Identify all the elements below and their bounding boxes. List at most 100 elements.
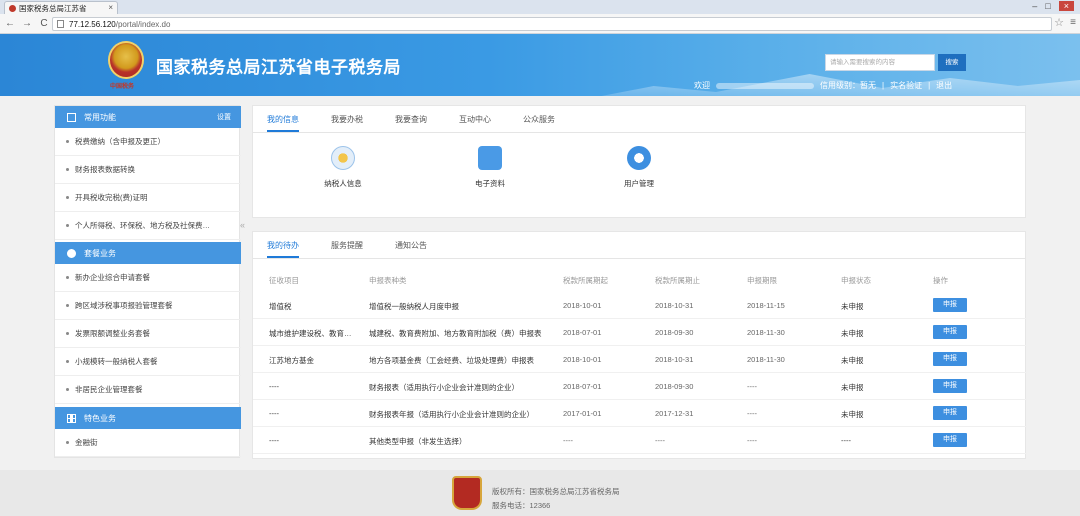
column-header: 征收项目 xyxy=(269,276,299,285)
declare-button[interactable]: 申报 xyxy=(933,298,967,312)
column-header: 申报期限 xyxy=(747,276,777,285)
info-panel: 我的信息 我要办税 我要查询 互动中心 公众服务 纳税人信息 电子资料 用户管理 xyxy=(252,105,1026,218)
app-user-management[interactable]: 用户管理 xyxy=(604,146,674,189)
table-cell: 地方各项基金费（工会经费、垃圾处理费）申报表 xyxy=(369,356,534,365)
footer-hotline: 服务电话：12366 xyxy=(492,501,551,510)
declare-button[interactable]: 申报 xyxy=(933,379,967,393)
url-field[interactable]: 77.12.56.120/portal/index.do xyxy=(52,17,1052,31)
gear-icon xyxy=(627,146,651,170)
close-window-button[interactable]: × xyxy=(1058,1,1074,11)
table-cell: ---- xyxy=(655,436,665,445)
tab-interaction[interactable]: 互动中心 xyxy=(459,114,491,125)
tab-my-info[interactable]: 我的信息 xyxy=(267,114,299,132)
app-electronic-docs[interactable]: 电子资料 xyxy=(455,146,525,189)
section-title: 特色业务 xyxy=(84,413,116,423)
table-cell: 城市维护建设税、教育… xyxy=(269,329,352,338)
tab-close-icon[interactable]: × xyxy=(108,3,113,12)
reload-icon[interactable]: C xyxy=(37,18,51,29)
column-header: 税款所属期止 xyxy=(655,276,700,285)
section-special[interactable]: 特色业务 xyxy=(55,407,241,429)
table-cell: 2018-11-15 xyxy=(747,301,785,310)
sidebar-item-finance-street[interactable]: 金融街 xyxy=(55,429,241,457)
table-cell: 未申报 xyxy=(841,329,864,338)
favicon-icon xyxy=(9,4,16,12)
table-cell: 2018-11-30 xyxy=(747,355,785,364)
table-cell: 2018-09-30 xyxy=(655,382,694,391)
collapse-sidebar-icon[interactable]: « xyxy=(240,220,249,234)
sidebar-item-invoice-limit[interactable]: 发票限额调整业务套餐 xyxy=(55,320,241,348)
forward-icon[interactable]: → xyxy=(20,18,34,29)
table-cell: 2018-10-01 xyxy=(563,355,602,364)
maximize-button[interactable]: □ xyxy=(1045,1,1050,11)
sidebar-item-small-scale[interactable]: 小规模转一般纳税人套餐 xyxy=(55,348,241,376)
section-common[interactable]: 常用功能 设置 xyxy=(55,106,241,128)
bundle-icon xyxy=(67,248,76,258)
user-status: 欢迎 信用级别：暂无 | 实名验证 | 退出 xyxy=(694,80,952,91)
table-cell: 其他类型申报（非发生选择） xyxy=(369,437,467,446)
search-input[interactable]: 请输入需要搜索的内容 xyxy=(825,54,935,71)
menu-icon[interactable]: ≡ xyxy=(1070,17,1076,28)
browser-tab[interactable]: 国家税务总局江苏省 × xyxy=(4,1,118,14)
table-cell: 增值税 xyxy=(269,302,292,311)
realname-link[interactable]: 实名验证 xyxy=(890,80,922,91)
todo-panel: 我的待办 服务提醒 通知公告 征收项目 申报表种类 税款所属期起 税款所属期止 … xyxy=(252,231,1027,459)
username-redacted xyxy=(716,82,814,89)
table-cell: 未申报 xyxy=(841,356,864,365)
table-cell: 增值税一般纳税人月度申报 xyxy=(369,302,459,311)
tab-service-reminder[interactable]: 服务提醒 xyxy=(331,240,363,251)
table-cell: ---- xyxy=(269,409,279,418)
declare-button[interactable]: 申报 xyxy=(933,406,967,420)
sidebar-item-new-enterprise[interactable]: 新办企业综合申请套餐 xyxy=(55,264,241,292)
table-cell: ---- xyxy=(747,409,757,418)
section-title: 套餐业务 xyxy=(84,248,116,258)
sidebar-item-cross-region[interactable]: 跨区域涉税事项报验管理套餐 xyxy=(55,292,241,320)
sidebar-item-non-resident[interactable]: 非居民企业管理套餐 xyxy=(55,376,241,404)
table-cell: ---- xyxy=(747,382,757,391)
table-cell: ---- xyxy=(841,436,851,445)
url-host: 77.12.56.120 xyxy=(69,19,116,29)
app-taxpayer-info[interactable]: 纳税人信息 xyxy=(308,146,378,189)
todo-tabs: 我的待办 服务提醒 通知公告 xyxy=(253,232,1025,259)
table-cell: ---- xyxy=(269,436,279,445)
star-icon[interactable]: ☆ xyxy=(1054,16,1064,29)
section-package[interactable]: 套餐业务 xyxy=(55,242,241,264)
browser-tabbar: 国家税务总局江苏省 × – □ × xyxy=(0,0,1080,14)
table-cell: 未申报 xyxy=(841,302,864,311)
table-row: 增值税 增值税一般纳税人月度申报 2018-10-01 2018-10-31 2018-… xyxy=(253,292,1027,319)
table-cell: 城建税、教育费附加、地方教育附加税（费）申报表 xyxy=(369,329,542,338)
declare-button[interactable]: 申报 xyxy=(933,325,967,339)
footer-copyright: 版权所有：国家税务总局江苏省税务局 xyxy=(492,487,620,496)
logout-link[interactable]: 退出 xyxy=(936,80,952,91)
emblem-caption: 中国税务 xyxy=(110,84,135,90)
tab-my-todo[interactable]: 我的待办 xyxy=(267,240,299,258)
app-label: 纳税人信息 xyxy=(324,179,362,188)
declare-button[interactable]: 申报 xyxy=(933,352,967,366)
info-tabs: 我的信息 我要办税 我要查询 互动中心 公众服务 xyxy=(253,106,1025,133)
table-cell: 2017-01-01 xyxy=(563,409,602,418)
sidebar-item-tax-certificate[interactable]: 开具税收完税(费)证明 xyxy=(55,184,241,212)
window-controls: – □ × xyxy=(1032,1,1074,11)
back-icon[interactable]: ← xyxy=(3,18,17,29)
tab-notice[interactable]: 通知公告 xyxy=(395,240,427,251)
search-button[interactable]: 搜索 xyxy=(938,54,966,71)
tab-query[interactable]: 我要查询 xyxy=(395,114,427,125)
column-header: 操作 xyxy=(933,276,948,285)
minimize-button[interactable]: – xyxy=(1032,1,1037,11)
tab-public-service[interactable]: 公众服务 xyxy=(523,114,555,125)
sidebar-item-income-tax[interactable]: 个人所得税、环保税、地方税及社保费… xyxy=(55,212,241,240)
app-label: 电子资料 xyxy=(475,179,505,188)
settings-link[interactable]: 设置 xyxy=(217,112,231,122)
tab-do-tax[interactable]: 我要办税 xyxy=(331,114,363,125)
credit-level: 信用级别：暂无 xyxy=(820,81,876,90)
footer: 版权所有：国家税务总局江苏省税务局 服务电话：12366 xyxy=(0,470,1080,516)
sidebar-item-report-convert[interactable]: 财务报表数据转换 xyxy=(55,156,241,184)
table-cell: ---- xyxy=(747,436,757,445)
sidebar-item-tax-payment[interactable]: 税费缴纳（含申报及更正） xyxy=(55,128,241,156)
table-cell: 2018-07-01 xyxy=(563,328,602,337)
grid-icon xyxy=(67,413,76,423)
declare-button[interactable]: 申报 xyxy=(933,433,967,447)
table-cell: 2018-07-01 xyxy=(563,382,602,391)
column-header: 税款所属期起 xyxy=(563,276,608,285)
table-cell: ---- xyxy=(563,436,573,445)
separator: | xyxy=(928,81,931,90)
